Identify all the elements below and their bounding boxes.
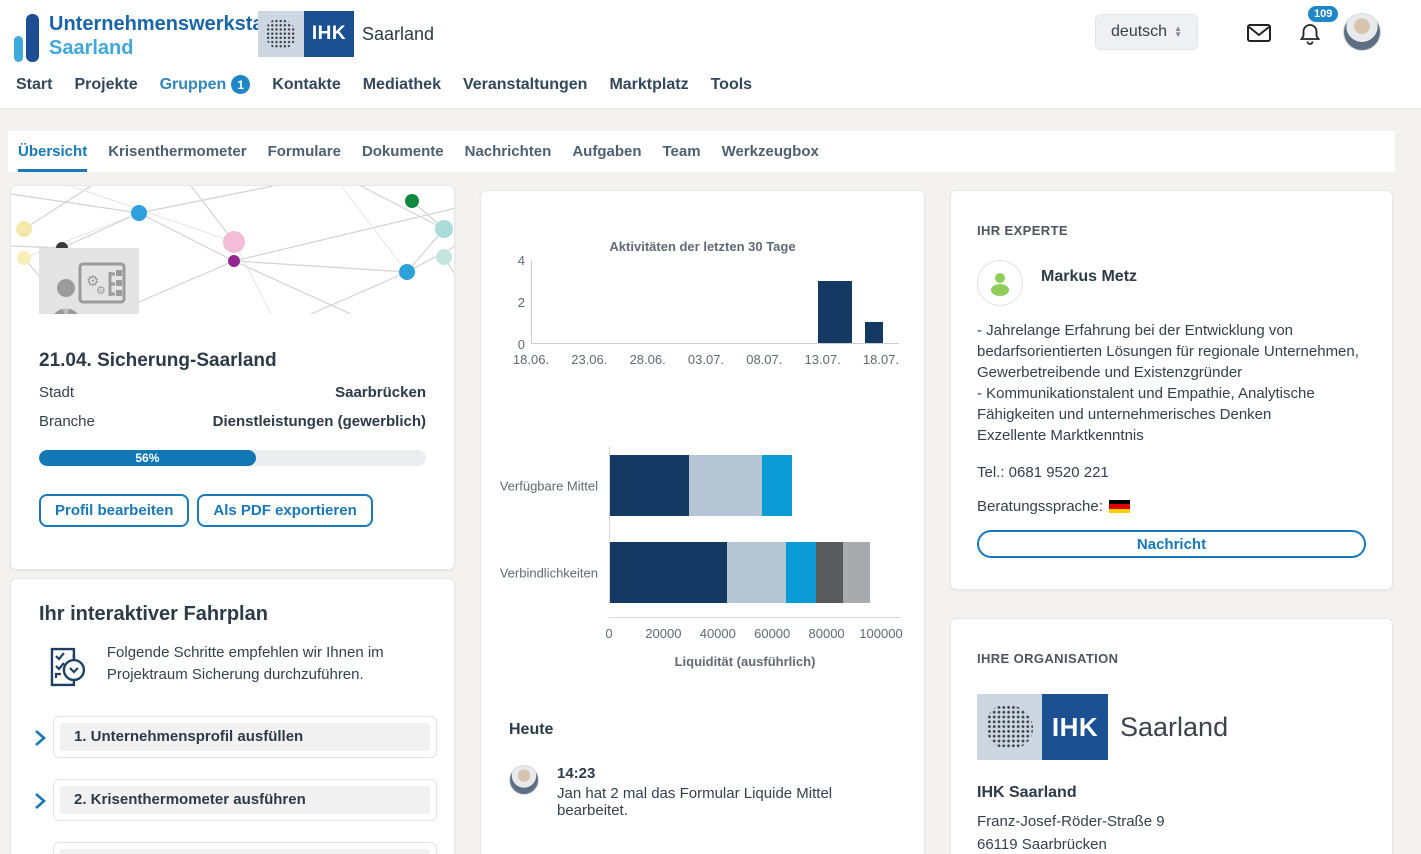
ihk-map-icon: [258, 11, 304, 57]
nav-item-tools[interactable]: Tools: [711, 76, 752, 94]
feed-entry-text: Jan hat 2 mal das Formular Liquide Mitte…: [557, 785, 896, 819]
edit-profile-button[interactable]: Profil bearbeiten: [39, 494, 189, 527]
liquidity-chart: Verfügbare MittelVerbindlichkeiten 02000…: [481, 446, 924, 669]
tab-formulare[interactable]: Formulare: [268, 131, 341, 172]
language-value: deutsch: [1111, 23, 1167, 41]
ihk-logo-text: IHK: [304, 11, 354, 57]
roadmap-step-1[interactable]: 1. Unternehmensprofil ausfüllen: [53, 716, 437, 758]
activities-chart: 024 18.06.23.06.28.06.03.07.08.07.13.07.…: [481, 260, 924, 384]
feed-entry-time: 14:23: [557, 765, 896, 782]
ihk-org-logo: IHK Saarland: [977, 694, 1366, 760]
tab-uebersicht[interactable]: Übersicht: [18, 131, 87, 172]
person-icon: [986, 269, 1014, 297]
ihk-logo-region: Saarland: [362, 24, 434, 45]
feed-entry-avatar: [509, 765, 539, 795]
uws-logo-line1: Unternehmenswerkstatt: [49, 12, 277, 36]
expert-avatar: [977, 260, 1023, 306]
uws-logo[interactable]: Unternehmenswerkstatt Saarland: [14, 12, 277, 62]
ihk-map-icon: [977, 694, 1042, 760]
uws-logo-line2: Saarland: [49, 36, 277, 60]
mail-icon[interactable]: [1246, 22, 1272, 44]
tab-nachrichten[interactable]: Nachrichten: [465, 131, 552, 172]
tab-werkzeugbox[interactable]: Werkzeugbox: [722, 131, 819, 172]
notification-count-badge: 109: [1308, 6, 1338, 22]
chevron-right-icon[interactable]: [33, 792, 46, 810]
expert-name: Markus Metz: [1041, 268, 1137, 286]
expert-card: IHR EXPERTE Markus Metz - Jahrelange Erf…: [950, 190, 1393, 590]
chevron-right-icon[interactable]: [33, 729, 46, 747]
expert-card-heading: IHR EXPERTE: [977, 223, 1366, 238]
presentation-icon: ⚙ ⚙: [50, 260, 128, 314]
ihk-header-logo: IHK Saarland: [258, 11, 434, 57]
project-banner-image: ⚙ ⚙: [11, 186, 454, 314]
expert-phone: Tel.: 0681 9520 221: [977, 464, 1366, 481]
tab-band: Übersicht Krisenthermometer Formulare Do…: [8, 131, 1395, 172]
ihk-org-logo-text: IHK: [1042, 694, 1108, 760]
gruppen-count-badge: 1: [231, 75, 250, 94]
roadmap-title: Ihr interaktiver Fahrplan: [11, 579, 454, 626]
expert-description: - Jahrelange Erfahrung bei der Entwicklu…: [977, 320, 1366, 446]
nav-item-mediathek[interactable]: Mediathek: [363, 76, 441, 94]
main-nav: Start Projekte Gruppen 1 Kontakte Mediat…: [16, 75, 752, 94]
project-title: 21.04. Sicherung-Saarland: [39, 350, 426, 372]
nav-item-kontakte[interactable]: Kontakte: [272, 76, 340, 94]
user-avatar[interactable]: [1343, 13, 1381, 51]
page: Unternehmenswerkstatt Saarland IHK Saarl…: [0, 0, 1421, 854]
bell-icon[interactable]: [1298, 22, 1322, 46]
progress-bar: 56%: [39, 450, 426, 466]
feed-entry: 14:23 Jan hat 2 mal das Formular Liquide…: [509, 765, 896, 819]
german-flag-icon: [1109, 500, 1130, 513]
checklist-clock-icon: [39, 642, 89, 692]
nav-item-gruppen[interactable]: Gruppen 1: [160, 75, 251, 94]
tab-team[interactable]: Team: [663, 131, 701, 172]
uws-logo-icon: [14, 12, 39, 62]
organisation-card: IHRE ORGANISATION IHK Saarland IHK Saarl…: [950, 618, 1393, 854]
language-selector[interactable]: deutsch ▲▼: [1095, 14, 1198, 50]
svg-text:⚙: ⚙: [96, 285, 106, 297]
export-pdf-button[interactable]: Als PDF exportieren: [197, 494, 372, 527]
progress-fill: 56%: [39, 450, 256, 466]
feed-heading-heute: Heute: [509, 721, 896, 739]
tab-aufgaben[interactable]: Aufgaben: [572, 131, 641, 172]
roadmap-step-2[interactable]: 2. Krisenthermometer ausführen: [53, 779, 437, 821]
roadmap-step-3[interactable]: [53, 842, 437, 854]
sort-arrows-icon: ▲▼: [1174, 26, 1182, 38]
project-thumbnail: ⚙ ⚙: [39, 248, 139, 314]
project-field-branche: Branche Dienstleistungen (gewerblich): [39, 413, 426, 430]
nav-item-projekte[interactable]: Projekte: [74, 76, 137, 94]
consultation-language-label: Beratungssprache:: [977, 498, 1103, 515]
tab-dokumente[interactable]: Dokumente: [362, 131, 444, 172]
organisation-card-heading: IHRE ORGANISATION: [977, 651, 1366, 666]
organisation-address: Franz-Josef-Röder-Straße 9 66119 Saarbrü…: [977, 811, 1366, 854]
nav-item-marktplatz[interactable]: Marktplatz: [609, 76, 688, 94]
nav-item-start[interactable]: Start: [16, 76, 52, 94]
activities-chart-title: Aktivitäten der letzten 30 Tage: [481, 239, 924, 254]
project-card: ⚙ ⚙ 21.04. Sicherung-Saarland Stadt Saar…: [10, 185, 455, 570]
dashboard-card: Aktivitäten der letzten 30 Tage 024 18.0…: [480, 190, 925, 854]
liquidity-chart-xlabel: Liquidität (ausführlich): [609, 654, 881, 669]
activity-feed: Heute 14:23 Jan hat 2 mal das Formular L…: [481, 721, 924, 854]
ihk-org-logo-region: Saarland: [1120, 712, 1228, 743]
message-button[interactable]: Nachricht: [977, 530, 1366, 558]
uws-logo-text: Unternehmenswerkstatt Saarland: [49, 12, 277, 60]
roadmap-intro: Folgende Schritte empfehlen wir Ihnen im…: [107, 642, 426, 692]
organisation-name: IHK Saarland: [977, 784, 1366, 802]
roadmap-card: Ihr interaktiver Fahrplan Folgende Schri…: [10, 578, 455, 854]
tab-krisenthermometer[interactable]: Krisenthermometer: [108, 131, 246, 172]
project-field-stadt: Stadt Saarbrücken: [39, 384, 426, 401]
nav-item-veranstaltungen[interactable]: Veranstaltungen: [463, 76, 587, 94]
header: Unternehmenswerkstatt Saarland IHK Saarl…: [0, 0, 1421, 108]
